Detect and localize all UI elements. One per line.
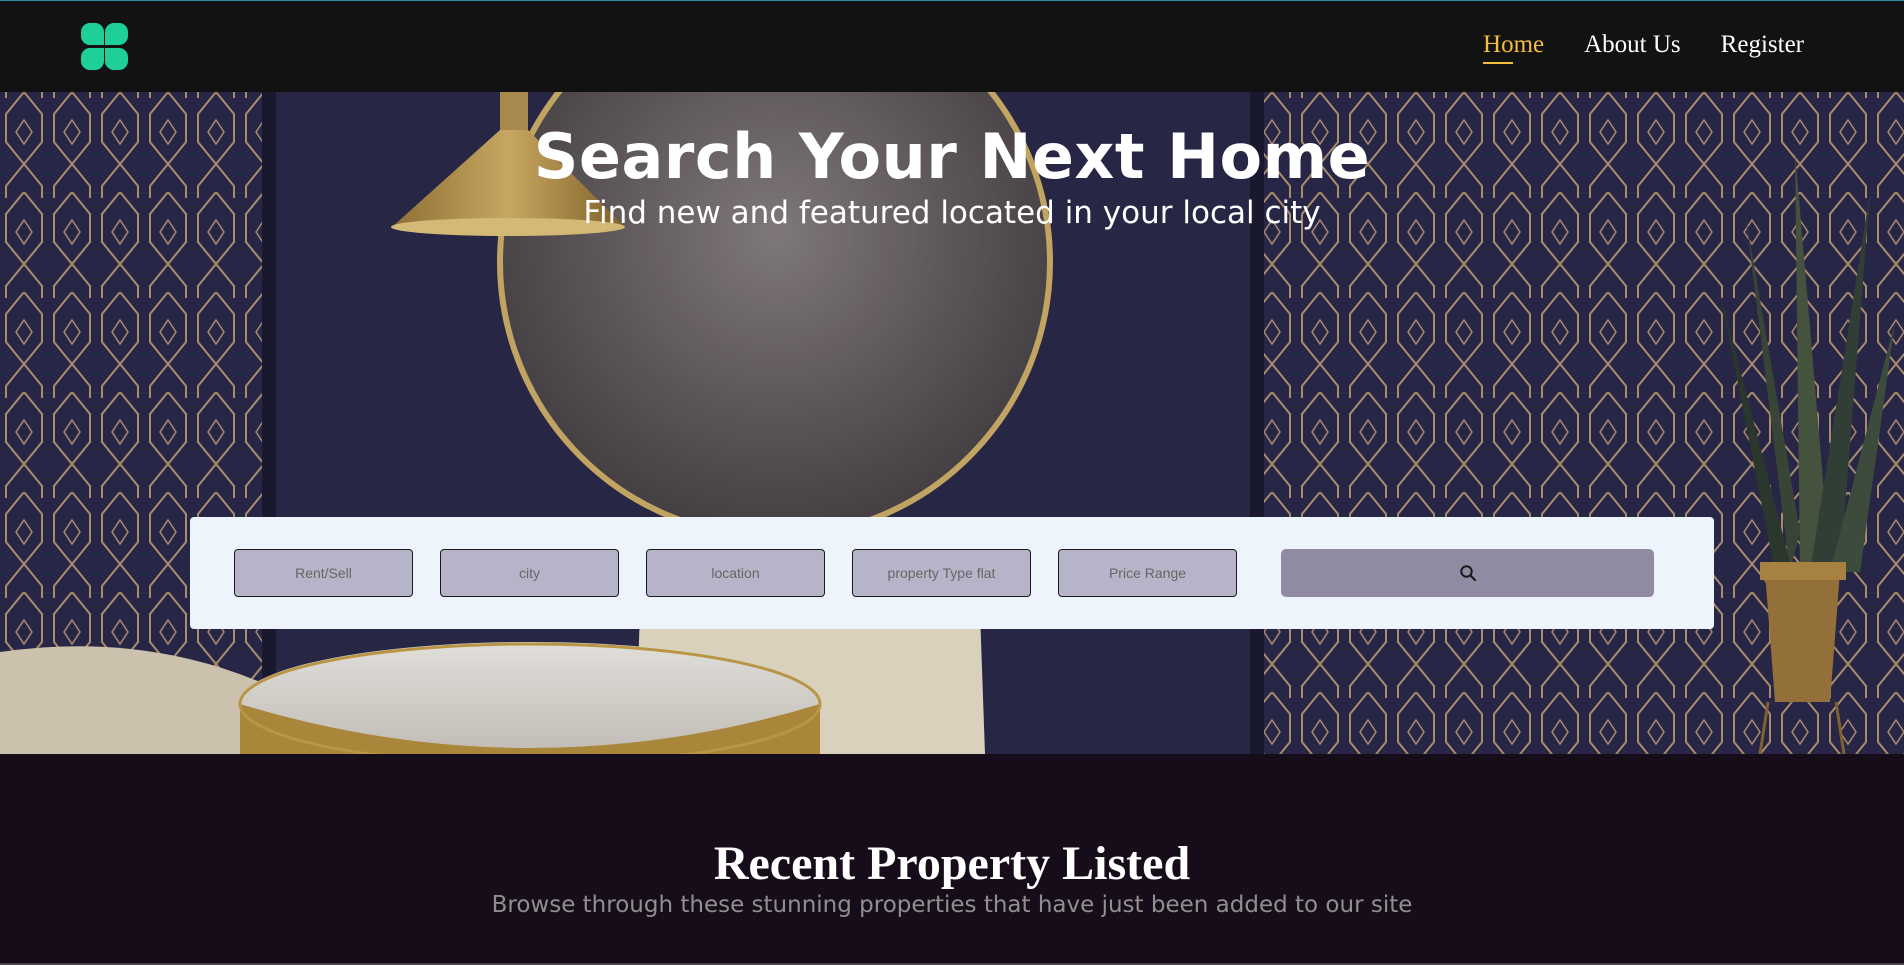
city-filter[interactable]: city <box>440 549 619 597</box>
search-panel: Rent/Sell city location property Type fl… <box>190 517 1714 629</box>
main-nav: Home About Us Register <box>1483 31 1804 64</box>
nav-link-register[interactable]: Register <box>1721 31 1804 59</box>
property-type-filter[interactable]: property Type flat <box>852 549 1031 597</box>
nav-link-home[interactable]: Home <box>1483 31 1544 64</box>
location-filter[interactable]: location <box>646 549 825 597</box>
search-icon <box>1459 565 1476 582</box>
four-petal-logo-icon[interactable] <box>81 23 128 70</box>
recent-properties-section: Recent Property Listed Browse through th… <box>0 754 1904 965</box>
hero-section: Search Your Next Home Find new and featu… <box>0 92 1904 754</box>
nav-link-about-us[interactable]: About Us <box>1584 31 1681 59</box>
site-header: Home About Us Register <box>0 0 1904 92</box>
price-range-filter[interactable]: Price Range <box>1058 549 1237 597</box>
search-button[interactable] <box>1281 549 1654 597</box>
recent-section-title: Recent Property Listed <box>713 837 1191 890</box>
hero-title: Search Your Next Home <box>533 120 1371 193</box>
rent-sell-filter[interactable]: Rent/Sell <box>234 549 413 597</box>
recent-section-subtitle: Browse through these stunning properties… <box>491 892 1413 918</box>
hero-subtitle: Find new and featured located in your lo… <box>583 195 1321 231</box>
